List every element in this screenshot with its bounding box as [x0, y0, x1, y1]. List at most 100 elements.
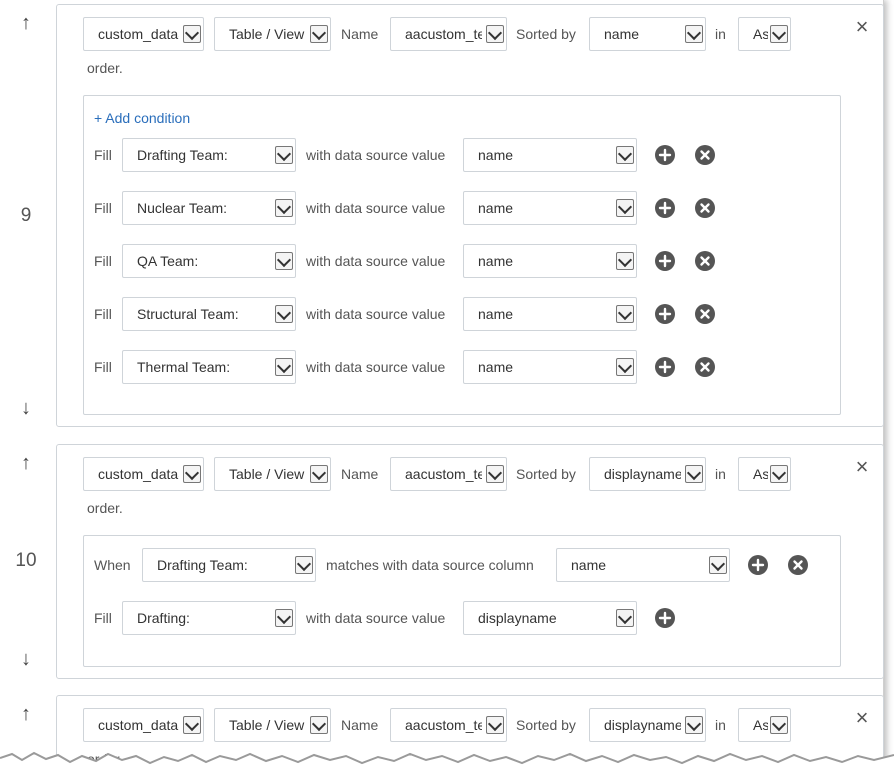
close-icon[interactable]: × — [852, 16, 872, 38]
chevron-down-icon — [685, 465, 703, 483]
chevron-down-icon — [310, 716, 328, 734]
x-circle-icon[interactable] — [695, 304, 715, 324]
sorted-by-select[interactable]: name — [589, 17, 706, 51]
fill-field-select[interactable]: Structural Team: — [122, 297, 296, 331]
add-condition-link[interactable]: + Add condition — [94, 108, 190, 128]
name-select[interactable]: aacustom_te — [390, 457, 507, 491]
chevron-down-icon — [275, 609, 293, 627]
close-icon[interactable]: × — [852, 707, 872, 729]
chevron-down-icon — [709, 556, 727, 574]
sorted-by-select[interactable]: displayname — [589, 457, 706, 491]
fill-label: Fill — [94, 200, 112, 216]
chevron-down-icon — [275, 252, 293, 270]
name-label: Name — [341, 717, 379, 733]
sorted-by-label: Sorted by — [516, 717, 576, 733]
fill-label: Fill — [94, 306, 112, 322]
order-suffix: order. — [87, 500, 123, 516]
name-select[interactable]: aacustom_te — [390, 708, 507, 742]
fill-field-select[interactable]: QA Team: — [122, 244, 296, 278]
sorted-by-label: Sorted by — [516, 26, 576, 42]
plus-circle-icon[interactable] — [655, 608, 675, 628]
data-source-select[interactable]: custom_dataS — [83, 457, 204, 491]
fill-value-select[interactable]: name — [463, 297, 637, 331]
name-label: Name — [341, 26, 379, 42]
chevron-down-icon — [295, 556, 313, 574]
plus-circle-icon[interactable] — [748, 555, 768, 575]
chevron-down-icon — [183, 716, 201, 734]
with-label: with data source value — [306, 253, 446, 269]
chevron-down-icon — [616, 146, 634, 164]
arrow-down-icon[interactable]: ↓ — [16, 649, 36, 669]
kind-select[interactable]: Table / View — [214, 17, 331, 51]
fill-value-select[interactable]: name — [463, 244, 637, 278]
chevron-down-icon — [616, 358, 634, 376]
rule-number: 9 — [20, 205, 32, 226]
torn-edge — [0, 751, 894, 776]
plus-circle-icon[interactable] — [655, 198, 675, 218]
name-select[interactable]: aacustom_te — [390, 17, 507, 51]
fill-label: Fill — [94, 253, 112, 269]
chevron-down-icon — [616, 305, 634, 323]
rule-card: × custom_dataS Table / View Name aacusto… — [56, 4, 884, 427]
close-icon[interactable]: × — [852, 456, 872, 478]
in-label: in — [715, 26, 726, 42]
x-circle-icon[interactable] — [695, 145, 715, 165]
rule-number: 10 — [15, 550, 37, 571]
data-source-select[interactable]: custom_dataS — [83, 17, 204, 51]
when-label: When — [94, 557, 131, 573]
arrow-up-icon[interactable]: ↑ — [16, 704, 36, 724]
when-field-select[interactable]: Drafting Team: — [142, 548, 316, 582]
fill-value-select[interactable]: displayname — [463, 601, 637, 635]
kind-select[interactable]: Table / View — [214, 457, 331, 491]
arrow-up-icon[interactable]: ↑ — [16, 13, 36, 33]
x-circle-icon[interactable] — [695, 198, 715, 218]
kind-select[interactable]: Table / View — [214, 708, 331, 742]
fill-field-select[interactable]: Nuclear Team: — [122, 191, 296, 225]
chevron-down-icon — [275, 199, 293, 217]
matches-label: matches with data source column — [326, 557, 534, 573]
with-label: with data source value — [306, 200, 446, 216]
conditions-box: When Drafting Team: matches with data so… — [83, 535, 841, 667]
fill-value-select[interactable]: name — [463, 138, 637, 172]
chevron-down-icon — [310, 25, 328, 43]
with-label: with data source value — [306, 610, 446, 626]
x-circle-icon[interactable] — [695, 251, 715, 271]
rule-card: × custom_dataS Table / View Name aacusto… — [56, 444, 884, 679]
plus-circle-icon[interactable] — [655, 304, 675, 324]
name-label: Name — [341, 466, 379, 482]
chevron-down-icon — [770, 716, 788, 734]
data-source-select[interactable]: custom_dataS — [83, 708, 204, 742]
when-column-select[interactable]: name — [556, 548, 730, 582]
sorted-by-select[interactable]: displayname — [589, 708, 706, 742]
arrow-up-icon[interactable]: ↑ — [16, 453, 36, 473]
x-circle-icon[interactable] — [788, 555, 808, 575]
chevron-down-icon — [486, 25, 504, 43]
order-select[interactable]: As — [738, 17, 791, 51]
in-label: in — [715, 717, 726, 733]
fill-label: Fill — [94, 359, 112, 375]
fill-value-select[interactable]: name — [463, 191, 637, 225]
plus-circle-icon[interactable] — [655, 357, 675, 377]
chevron-down-icon — [310, 465, 328, 483]
chevron-down-icon — [486, 716, 504, 734]
order-select[interactable]: As — [738, 457, 791, 491]
chevron-down-icon — [486, 465, 504, 483]
arrow-down-icon[interactable]: ↓ — [16, 398, 36, 418]
fill-field-select[interactable]: Thermal Team: — [122, 350, 296, 384]
chevron-down-icon — [685, 25, 703, 43]
chevron-down-icon — [685, 716, 703, 734]
sorted-by-label: Sorted by — [516, 466, 576, 482]
plus-circle-icon[interactable] — [655, 251, 675, 271]
chevron-down-icon — [770, 465, 788, 483]
plus-circle-icon[interactable] — [655, 145, 675, 165]
with-label: with data source value — [306, 147, 446, 163]
chevron-down-icon — [616, 199, 634, 217]
with-label: with data source value — [306, 359, 446, 375]
fill-label: Fill — [94, 610, 112, 626]
fill-field-select[interactable]: Drafting: — [122, 601, 296, 635]
x-circle-icon[interactable] — [695, 357, 715, 377]
order-select[interactable]: As — [738, 708, 791, 742]
fill-value-select[interactable]: name — [463, 350, 637, 384]
rules-panel: ↑ 9 ↓ × custom_dataS Table / View Name a… — [0, 0, 894, 776]
fill-field-select[interactable]: Drafting Team: — [122, 138, 296, 172]
